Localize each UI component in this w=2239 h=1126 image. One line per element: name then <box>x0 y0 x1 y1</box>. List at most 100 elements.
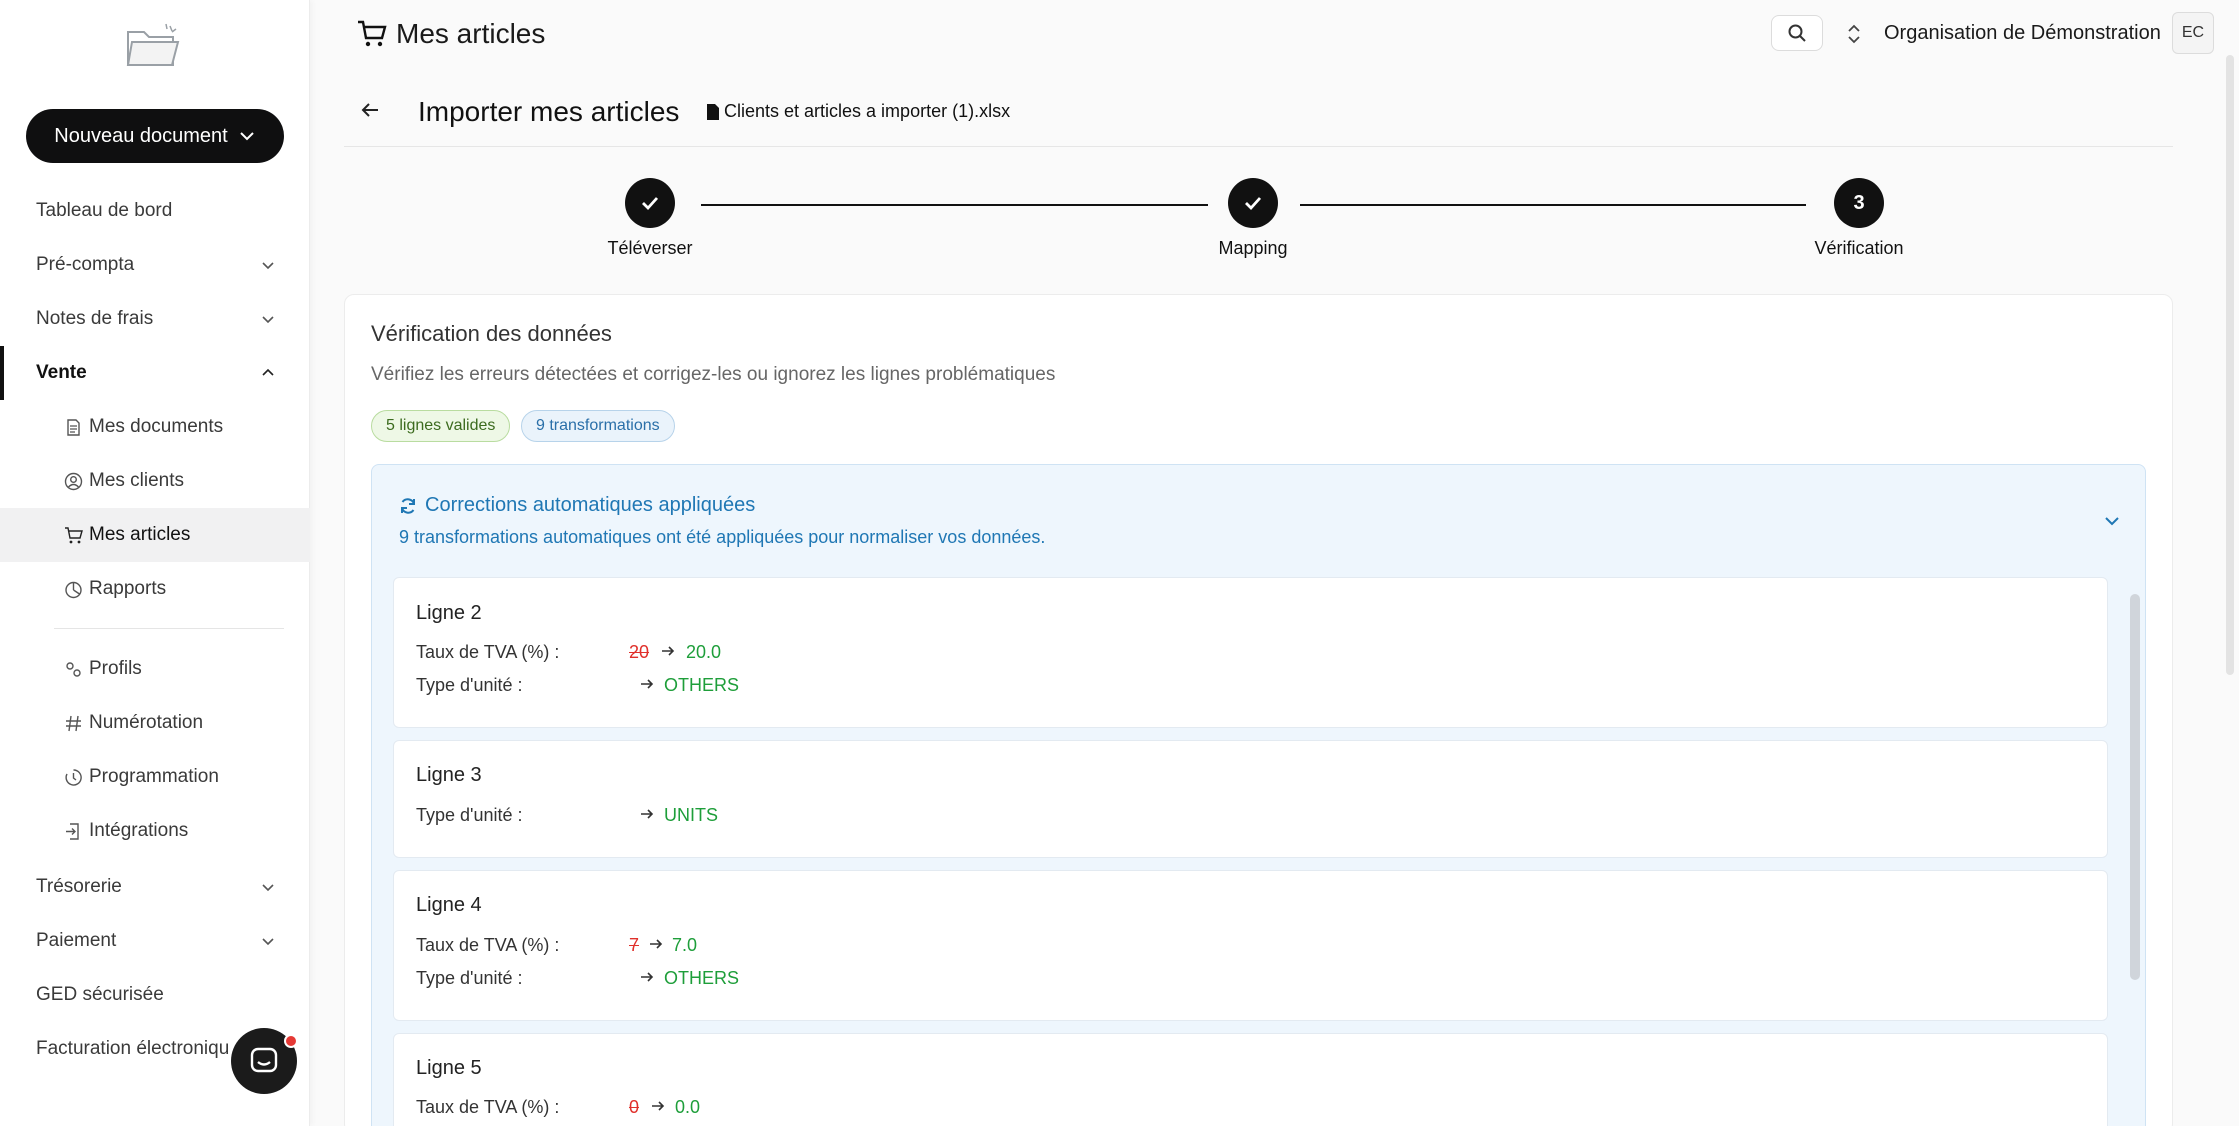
row-title: Ligne 2 <box>416 602 482 624</box>
pie-chart-icon <box>65 581 82 598</box>
avatar[interactable]: EC <box>2172 12 2214 54</box>
search-button[interactable] <box>1771 15 1823 51</box>
sidebar-item-label: GED sécurisée <box>36 984 164 1005</box>
logo-folder-icon <box>126 23 180 66</box>
sidebar-item-ged-securisee[interactable]: GED sécurisée <box>0 968 310 1022</box>
verification-title: Vérification des données <box>371 321 612 346</box>
check-icon <box>642 197 659 211</box>
org-switch-chevrons-icon[interactable] <box>1845 22 1863 46</box>
sidebar-subitem-label: Mes articles <box>89 524 191 545</box>
corrections-scrollbar[interactable] <box>2130 594 2140 980</box>
chevron-down-icon <box>262 262 274 270</box>
clock-icon <box>65 768 82 786</box>
chevron-down-icon <box>262 938 274 946</box>
organization-name[interactable]: Organisation de Démonstration <box>1884 22 2161 45</box>
integration-icon <box>66 822 79 840</box>
step-label-televerser: Téléverser <box>607 238 693 258</box>
chat-icon <box>250 1047 278 1073</box>
new-document-label: Nouveau document <box>54 124 228 147</box>
row-title: Ligne 5 <box>416 1057 482 1079</box>
corrections-title[interactable]: Corrections automatiques appliquées <box>399 494 755 517</box>
search-icon <box>1788 24 1806 42</box>
sidebar-subitem-label: Mes clients <box>89 470 185 491</box>
row-change-label: Type d'unité : <box>416 805 523 825</box>
sidebar-subitem-mes-articles[interactable]: Mes articles <box>0 508 310 562</box>
arrow-right-icon <box>641 679 654 689</box>
file-name-text: Clients et articles a importer (1).xlsx <box>724 101 1011 121</box>
sidebar-item-label: Pré-compta <box>36 254 135 275</box>
new-value: OTHERS <box>664 968 740 988</box>
refresh-icon <box>401 497 415 514</box>
sidebar-item-notes-de-frais[interactable]: Notes de frais <box>0 292 310 346</box>
sidebar-divider <box>54 628 284 629</box>
sidebar-subitem-numerotation[interactable]: Numérotation <box>0 696 310 750</box>
sidebar-item-label: Tableau de bord <box>36 200 173 221</box>
sidebar-subitem-label: Programmation <box>89 766 219 787</box>
new-value: OTHERS <box>664 675 740 695</box>
new-document-button[interactable]: Nouveau document <box>26 109 284 163</box>
row-title: Ligne 3 <box>416 764 482 786</box>
chevron-down-icon <box>262 884 274 892</box>
row-change-label: Taux de TVA (%) : <box>416 935 560 955</box>
sidebar-subitem-label: Rapports <box>89 578 167 599</box>
step-number: 3 <box>1853 191 1865 214</box>
sidebar-subitem-label: Mes documents <box>89 416 224 437</box>
correction-row <box>393 577 2108 728</box>
user-circle-icon <box>64 472 83 490</box>
step-1-done <box>625 178 675 228</box>
step-label-mapping: Mapping <box>1218 238 1288 258</box>
sidebar-item-label: Trésorerie <box>36 876 122 897</box>
arrow-right-icon <box>652 1101 665 1111</box>
new-value: 0.0 <box>675 1097 701 1117</box>
row-change-label: Type d'unité : <box>416 968 523 988</box>
sidebar-item-dashboard[interactable]: Tableau de bord <box>0 184 310 238</box>
page-scrollbar[interactable] <box>2226 55 2234 675</box>
sidebar: Nouveau document Tableau de bord Pré-com… <box>0 0 310 1126</box>
step-label-verification: Vérification <box>1814 238 1904 258</box>
corrections-title-text: Corrections automatiques appliquées <box>425 494 756 516</box>
sidebar-item-paiement[interactable]: Paiement <box>0 914 310 968</box>
sidebar-subitem-mes-documents[interactable]: Mes documents <box>0 400 310 454</box>
gears-icon <box>66 661 81 677</box>
back-arrow-icon[interactable] <box>358 98 382 122</box>
chevron-down-icon <box>240 132 254 141</box>
sidebar-subitem-rapports[interactable]: Rapports <box>0 562 310 616</box>
arrow-right-icon <box>650 939 663 949</box>
sidebar-subitem-mes-clients[interactable]: Mes clients <box>0 454 310 508</box>
verification-subtitle: Vérifiez les erreurs détectées et corrig… <box>371 364 1056 385</box>
notification-dot <box>284 1034 298 1048</box>
sidebar-item-label: Notes de frais <box>36 308 154 329</box>
row-change-label: Type d'unité : <box>416 675 523 695</box>
arrow-right-icon <box>662 646 675 656</box>
chevron-down-icon[interactable] <box>2103 512 2121 530</box>
file-icon <box>707 103 719 120</box>
new-value: UNITS <box>664 805 718 825</box>
row-change-label: Taux de TVA (%) : <box>416 1097 560 1117</box>
sidebar-item-pre-compta[interactable]: Pré-compta <box>0 238 310 292</box>
step-connector <box>1300 204 1806 206</box>
sidebar-subitem-label: Intégrations <box>89 820 189 841</box>
sidebar-item-vente[interactable]: Vente <box>0 346 310 400</box>
arrow-right-icon <box>641 809 654 819</box>
transformations-badge: 9 transformations <box>521 410 675 442</box>
sidebar-subitem-integrations[interactable]: Intégrations <box>0 804 310 858</box>
sidebar-item-tresorerie[interactable]: Trésorerie <box>0 860 310 914</box>
sidebar-item-label: Paiement <box>36 930 117 951</box>
document-icon <box>67 418 80 436</box>
valid-lines-badge: 5 lignes valides <box>371 410 511 442</box>
row-title: Ligne 4 <box>416 894 482 916</box>
sidebar-subitem-label: Profils <box>89 658 142 679</box>
sidebar-subitem-programmation[interactable]: Programmation <box>0 750 310 804</box>
cart-icon <box>358 20 387 47</box>
new-value: 7.0 <box>672 935 698 955</box>
step-3-current: 3 <box>1834 178 1884 228</box>
page-title: Mes articles <box>356 18 545 50</box>
sidebar-subitem-profils[interactable]: Profils <box>0 642 310 696</box>
correction-row <box>393 740 2108 858</box>
hash-icon <box>66 715 81 731</box>
check-icon <box>1245 197 1262 211</box>
header-divider <box>344 146 2173 147</box>
import-title: Importer mes articles <box>418 96 680 127</box>
page-title-text: Mes articles <box>396 18 546 49</box>
old-value: 7 <box>629 935 640 955</box>
